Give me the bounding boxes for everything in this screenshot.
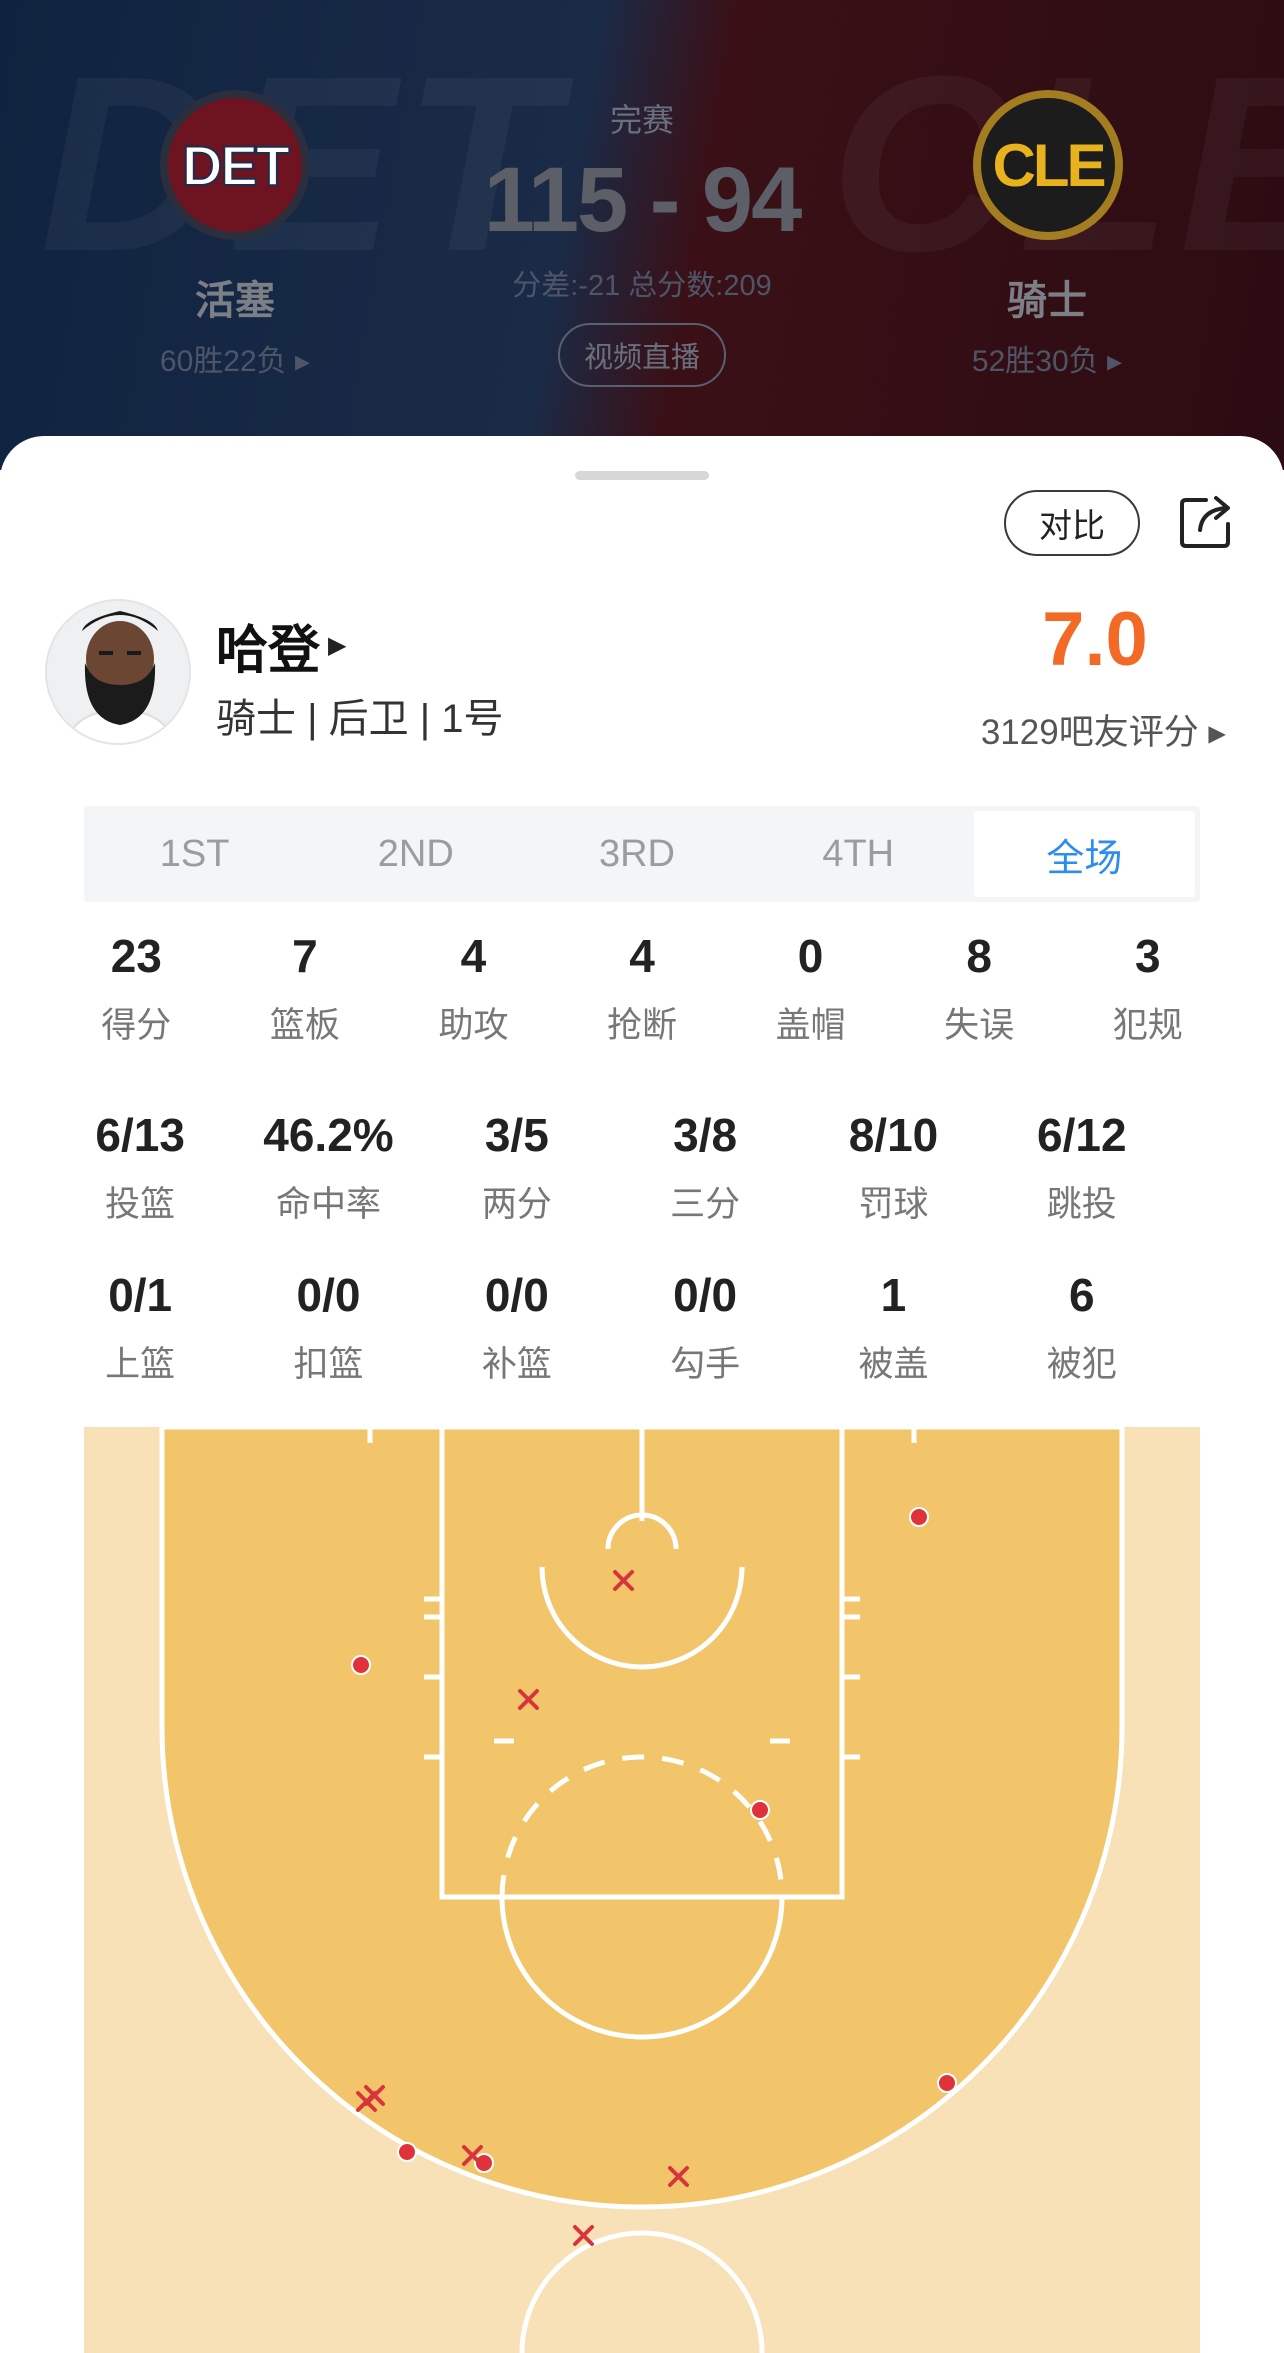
stat-fg: 6/13 投篮 — [46, 1108, 234, 1227]
stat-label: 命中率 — [275, 1185, 381, 1224]
video-live-button[interactable]: 视频直播 — [558, 323, 726, 387]
stat-fg-pct: 46.2% 命中率 — [234, 1108, 422, 1227]
other-stats-row: 0/1 上篮 0/0 扣篮 0/0 补篮 0/0 勾手 1 被盖 6 被犯 — [46, 1268, 1176, 1387]
player-name-link[interactable]: 哈登 ▶ — [216, 608, 346, 683]
away-logo-text: CLE — [992, 131, 1107, 199]
stat-value: 0/1 — [108, 1269, 173, 1321]
stat-hook: 0/0 勾手 — [611, 1268, 799, 1387]
stat-label: 失误 — [944, 1006, 1015, 1045]
stat-value: 6 — [1069, 1269, 1095, 1321]
tab-3rd[interactable]: 3RD — [526, 806, 747, 902]
stat-3pt: 3/8 三分 — [611, 1108, 799, 1227]
player-avatar[interactable] — [45, 599, 191, 745]
stat-rebounds: 7 篮板 — [221, 929, 390, 1048]
stat-value: 4 — [460, 930, 487, 982]
tab-1st[interactable]: 1ST — [84, 806, 305, 902]
stat-value: 8 — [966, 930, 992, 982]
stat-label: 被盖 — [858, 1345, 929, 1384]
stat-ft: 8/10 罚球 — [799, 1108, 987, 1227]
stat-dunk: 0/0 扣篮 — [234, 1268, 422, 1387]
away-team-name[interactable]: 骑士 — [897, 268, 1197, 326]
stat-tipin: 0/0 补篮 — [423, 1268, 611, 1387]
stat-value: 46.2% — [263, 1109, 394, 1161]
stat-points: 23 得分 — [52, 929, 221, 1048]
stat-value: 6/12 — [1037, 1109, 1127, 1161]
stat-turnovers: 8 失误 — [895, 929, 1064, 1048]
shot-made-marker[interactable] — [937, 2073, 957, 2093]
stat-label: 得分 — [101, 1006, 172, 1045]
stat-label: 跳投 — [1046, 1185, 1117, 1224]
stat-label: 犯规 — [1112, 1006, 1183, 1045]
shot-made-marker[interactable] — [909, 1507, 929, 1527]
stat-value: 7 — [292, 930, 318, 982]
tab-4th[interactable]: 4TH — [748, 806, 969, 902]
stat-layup: 0/1 上篮 — [46, 1268, 234, 1387]
stat-label: 罚球 — [858, 1185, 929, 1224]
shot-chart-court — [84, 1427, 1200, 2353]
stat-value: 0/0 — [296, 1269, 361, 1321]
stat-label: 助攻 — [438, 1006, 509, 1045]
shot-made-marker[interactable] — [750, 1800, 770, 1820]
scoreboard-header: DET CLE DET 活塞 60胜22负 ▸ 完赛 115 - 94 分差:-… — [0, 0, 1284, 470]
home-team-record[interactable]: 60胜22负 ▸ — [85, 336, 385, 380]
shot-made-marker[interactable] — [351, 1655, 371, 1675]
stat-value: 6/13 — [95, 1109, 185, 1161]
stat-label: 投篮 — [105, 1185, 176, 1224]
away-team-record[interactable]: 52胜30负 ▸ — [897, 336, 1197, 380]
tab-2nd[interactable]: 2ND — [305, 806, 526, 902]
play-triangle-icon: ▶ — [328, 632, 347, 659]
tab-full-game[interactable]: 全场 — [973, 811, 1196, 897]
stat-label: 补篮 — [481, 1345, 552, 1384]
stat-value: 0 — [797, 930, 824, 982]
stat-value: 0/0 — [484, 1269, 549, 1321]
shot-made-marker[interactable] — [397, 2142, 417, 2162]
stat-label: 三分 — [670, 1185, 741, 1224]
stat-label: 两分 — [481, 1185, 552, 1224]
stat-jumpshot: 6/12 跳投 — [988, 1108, 1176, 1227]
stat-value: 0/0 — [673, 1269, 738, 1321]
stat-value: 3 — [1134, 930, 1161, 982]
player-photo — [47, 601, 189, 743]
main-stats-row: 23 得分 7 篮板 4 助攻 4 抢断 0 盖帽 8 失误 3 犯规 — [52, 929, 1232, 1048]
stat-label: 盖帽 — [775, 1006, 846, 1045]
player-name: 哈登 — [216, 622, 321, 680]
compare-button[interactable]: 对比 — [1004, 490, 1140, 556]
stat-fouls: 3 犯规 — [1063, 929, 1232, 1048]
stat-value: 23 — [110, 930, 162, 982]
stat-label: 勾手 — [670, 1345, 741, 1384]
stat-blocked: 1 被盖 — [799, 1268, 987, 1387]
stat-fouled: 6 被犯 — [988, 1268, 1176, 1387]
sheet-grabber[interactable] — [575, 471, 709, 480]
shooting-stats-row: 6/13 投篮 46.2% 命中率 3/5 两分 3/8 三分 8/10 罚球 6/12 跳… — [46, 1108, 1176, 1227]
stat-steals: 4 抢断 — [558, 929, 727, 1048]
stat-value: 8/10 — [848, 1109, 939, 1161]
stat-assists: 4 助攻 — [389, 929, 558, 1048]
stat-value: 4 — [629, 930, 655, 982]
stat-2pt: 3/5 两分 — [423, 1108, 611, 1227]
period-tabs: 1ST 2ND 3RD 4TH 全场 — [84, 806, 1200, 902]
stat-blocks: 0 盖帽 — [726, 929, 895, 1048]
stat-label: 扣篮 — [293, 1345, 364, 1384]
stat-value: 3/5 — [484, 1109, 549, 1161]
rating-count-link[interactable]: 3129吧友评分 ▸ — [890, 704, 1226, 755]
stat-value: 1 — [880, 1269, 907, 1321]
stat-label: 被犯 — [1046, 1345, 1117, 1384]
stat-label: 篮板 — [269, 1006, 340, 1045]
stat-label: 上篮 — [105, 1345, 176, 1384]
player-rating: 7.0 — [1042, 597, 1148, 682]
stat-label: 抢断 — [607, 1006, 678, 1045]
stat-value: 3/8 — [673, 1109, 738, 1161]
away-team-logo[interactable]: CLE — [973, 90, 1123, 240]
player-meta: 骑士 | 后卫 | 1号 — [216, 697, 504, 741]
share-icon[interactable] — [1176, 492, 1236, 552]
